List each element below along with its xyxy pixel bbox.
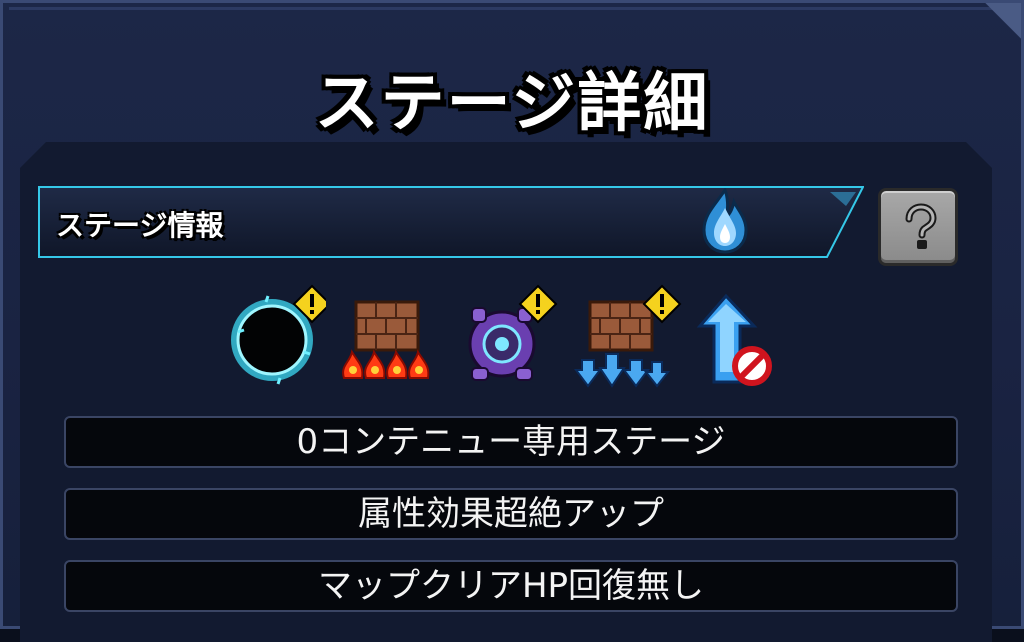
- damage-wall-fire-icon: [338, 282, 438, 392]
- purple-device-icon: [458, 282, 558, 392]
- speed-up-cancel-icon: [694, 282, 794, 392]
- rule-element-boost: 属性効果超絶アップ: [64, 488, 958, 540]
- page-title: ステージ詳細: [314, 67, 710, 141]
- gimmick-icon-row: [0, 282, 1024, 392]
- prohibited-icon: [732, 346, 772, 386]
- black-hole-icon: [226, 282, 326, 392]
- stage-info-label: ステージ情報: [56, 209, 224, 242]
- question-icon: [905, 203, 937, 249]
- rule-no-hp-recovery: マップクリアHP回復無し: [64, 560, 958, 612]
- damage-wall-ice-icon: [572, 282, 682, 392]
- frame-corner: [977, 3, 1021, 47]
- help-button[interactable]: [878, 188, 958, 266]
- blue-flame-icon: [702, 188, 748, 254]
- rule-no-continue: 0コンテニュー専用ステージ: [64, 416, 958, 468]
